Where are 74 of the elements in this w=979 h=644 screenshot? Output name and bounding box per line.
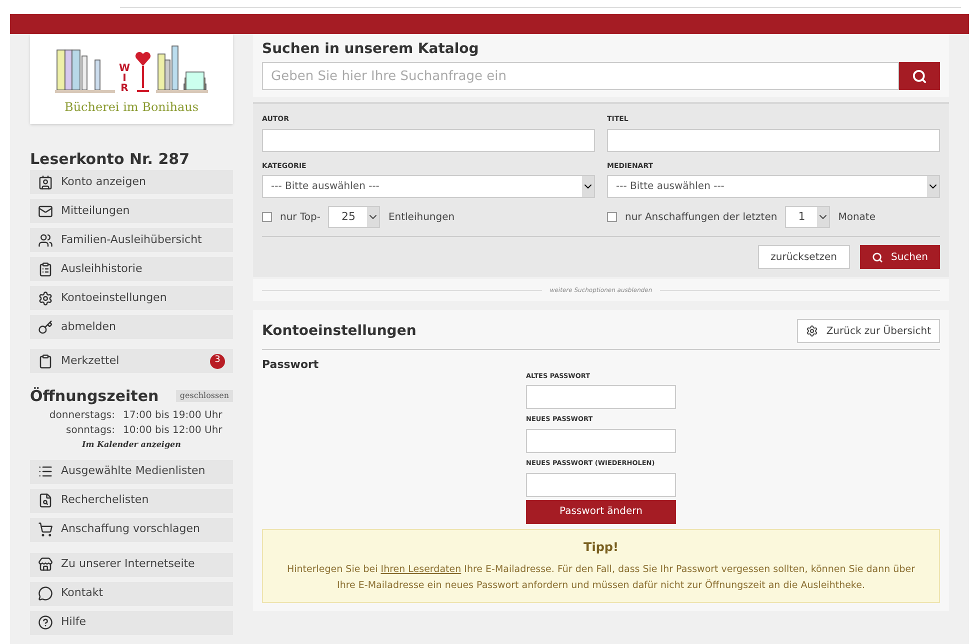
search-icon — [912, 68, 927, 84]
chat-icon — [38, 586, 53, 601]
document-search-icon — [38, 493, 53, 508]
search-icon — [872, 252, 883, 262]
option-label: nur Anschaffungen der letzten — [625, 210, 778, 224]
logo-letter: I — [122, 74, 126, 84]
option-label: Monate — [838, 210, 876, 224]
settings-icon — [38, 290, 53, 306]
text-field[interactable] — [262, 128, 595, 152]
people-icon — [38, 232, 53, 248]
search-field[interactable]: Geben Sie hier Ihre Suchanfrage ein — [262, 62, 899, 90]
cart-icon — [38, 522, 53, 537]
tip-text: Hinterlegen Sie bei Ihren Leserdaten Ihre E-Mailadresse. Für den Fall, dass Sie Ihr Passwort vergessen sollten, können Sie dann über Ihre E-Mailadresse ein neues Passwort anfordern und müssen dafür nicht zur Öffnungszeit an die Ausleihtheke. — [287, 562, 915, 593]
password-field[interactable] — [526, 385, 676, 410]
logo-letter: R — [120, 84, 128, 94]
list-icon — [38, 464, 53, 479]
caret-icon — [367, 207, 380, 227]
envelope-icon — [38, 204, 53, 218]
list-icon — [38, 262, 53, 276]
store-icon — [38, 557, 53, 572]
number-select[interactable]: 1 — [785, 206, 830, 228]
clipboard-icon — [38, 354, 53, 368]
time-text: 10:00 bis 12:00 Uhr — [123, 424, 222, 438]
sidebar-item[interactable]: Merkzettel 3 — [30, 349, 233, 373]
settings-icon — [806, 325, 818, 337]
sidebar-item[interactable]: Mitteilungen — [30, 199, 233, 223]
help-icon — [38, 615, 53, 630]
sidebar-item[interactable]: Kontakt — [30, 582, 233, 606]
change-password-button[interactable]: Passwort ändern — [526, 500, 676, 524]
caret-icon — [817, 207, 830, 227]
back-button[interactable]: Zurück zur Übersicht — [797, 319, 940, 343]
reset-button[interactable]: zurücksetzen — [758, 245, 850, 269]
password-field[interactable] — [526, 429, 676, 453]
calendar-link[interactable]: Im Kalender anzeigen — [30, 438, 233, 450]
id-card-icon — [38, 174, 53, 190]
dropdown[interactable]: --- Bitte auswählen --- — [262, 175, 595, 198]
data-link[interactable]: Ihren Leserdaten — [380, 564, 462, 575]
number-select[interactable]: 25 — [328, 206, 380, 228]
count-badge: 3 — [210, 354, 225, 368]
sidebar-item[interactable]: Konto anzeigen — [30, 170, 233, 194]
sidebar-item[interactable]: Hilfe — [30, 610, 233, 634]
heart-glass-drawing — [134, 50, 152, 94]
settings-title: Kontoeinstellungen — [262, 322, 416, 340]
dropdown[interactable]: --- Bitte auswählen --- — [607, 175, 940, 198]
sidebar-item[interactable]: Ausgewählte Medienlisten — [30, 460, 233, 484]
sidebar-item[interactable]: Anschaffung vorschlagen — [30, 518, 233, 542]
time-text: 17:00 bis 19:00 Uhr — [123, 408, 222, 422]
status-badge: geschlossen — [176, 390, 233, 402]
caret-icon — [927, 176, 939, 197]
search-button[interactable] — [899, 62, 940, 90]
key-icon — [38, 320, 53, 334]
day-label: sonntags: — [65, 424, 115, 438]
sidebar-item[interactable]: Kontoeinstellungen — [30, 286, 233, 310]
caret-icon — [582, 176, 594, 197]
option-label: nur Top- — [280, 210, 320, 224]
sidebar-item[interactable]: abmelden — [30, 315, 233, 339]
password-field[interactable] — [526, 472, 676, 497]
section-title: Passwort — [262, 357, 320, 373]
tip-title: Tipp! — [584, 538, 618, 556]
option-label: Entleihungen — [388, 210, 455, 224]
sidebar-item[interactable]: Zu unserer Internetseite — [30, 552, 233, 576]
sidebar-item[interactable]: Ausleihhistorie — [30, 257, 233, 281]
opening-title: Öffnungszeiten — [30, 386, 159, 407]
logo-letter: W — [118, 64, 130, 74]
checkbox[interactable] — [607, 212, 617, 222]
day-label: donnerstags: — [48, 408, 115, 422]
submit-button[interactable]: Suchen — [860, 245, 940, 269]
sidebar-item[interactable]: Recherchelisten — [30, 488, 233, 512]
checkbox[interactable] — [262, 212, 272, 222]
account-title: Leserkonto Nr. 287 — [30, 150, 191, 168]
logo-name: Bücherei im Bonihaus — [64, 99, 198, 116]
text-field[interactable] — [607, 128, 940, 152]
sidebar-item[interactable]: Familien-Ausleihübersicht — [30, 228, 233, 252]
search-title: Suchen in unserem Katalog — [262, 40, 480, 58]
